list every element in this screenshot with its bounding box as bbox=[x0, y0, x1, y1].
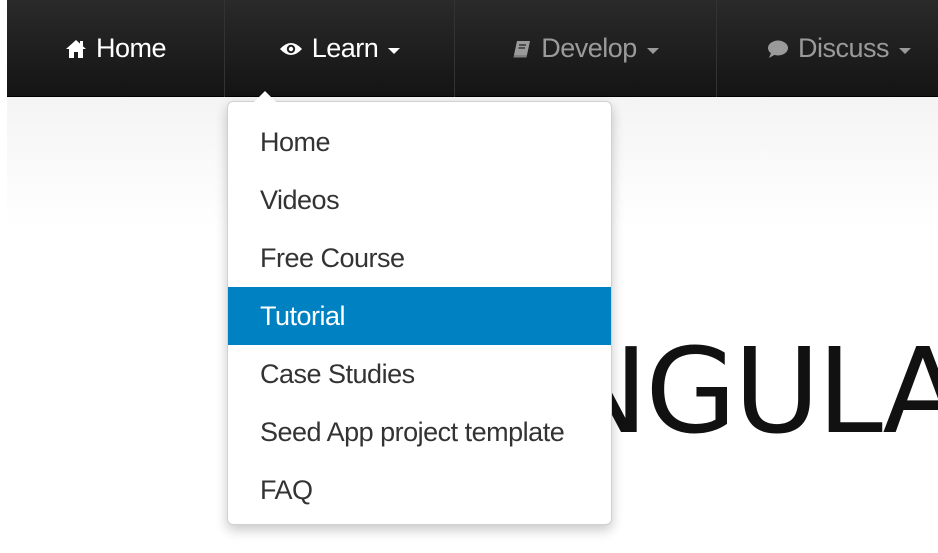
nav-discuss-label: Discuss bbox=[798, 33, 890, 63]
comment-icon bbox=[767, 39, 789, 59]
page: Home Learn Develop Discuss NGULA Home Vi… bbox=[0, 0, 938, 553]
nav-learn[interactable]: Learn bbox=[225, 0, 455, 97]
nav-home-label: Home bbox=[95, 33, 167, 63]
home-icon bbox=[65, 39, 87, 59]
menu-item-home[interactable]: Home bbox=[228, 113, 611, 171]
page-left-edge bbox=[0, 0, 7, 553]
learn-dropdown-menu: Home Videos Free Course Tutorial Case St… bbox=[227, 91, 612, 525]
menu-item-videos[interactable]: Videos bbox=[228, 171, 611, 229]
chevron-down-icon bbox=[899, 47, 912, 54]
book-icon bbox=[512, 39, 532, 59]
menu-item-seed-app-template[interactable]: Seed App project template bbox=[228, 403, 611, 461]
menu-item-free-course[interactable]: Free Course bbox=[228, 229, 611, 287]
top-navbar: Home Learn Develop Discuss bbox=[7, 0, 938, 97]
nav-discuss[interactable]: Discuss bbox=[717, 0, 938, 97]
nav-develop[interactable]: Develop bbox=[455, 0, 717, 97]
chevron-down-icon bbox=[388, 47, 401, 54]
dropdown-pointer bbox=[254, 91, 276, 102]
menu-item-faq[interactable]: FAQ bbox=[228, 461, 611, 519]
nav-develop-label: Develop bbox=[541, 33, 637, 63]
chevron-down-icon bbox=[646, 47, 659, 54]
nav-home[interactable]: Home bbox=[7, 0, 225, 97]
eye-icon bbox=[279, 41, 303, 57]
nav-learn-label: Learn bbox=[311, 33, 379, 63]
hero-heading: NGULA bbox=[560, 322, 938, 460]
menu-item-case-studies[interactable]: Case Studies bbox=[228, 345, 611, 403]
menu-item-tutorial[interactable]: Tutorial bbox=[228, 287, 611, 345]
